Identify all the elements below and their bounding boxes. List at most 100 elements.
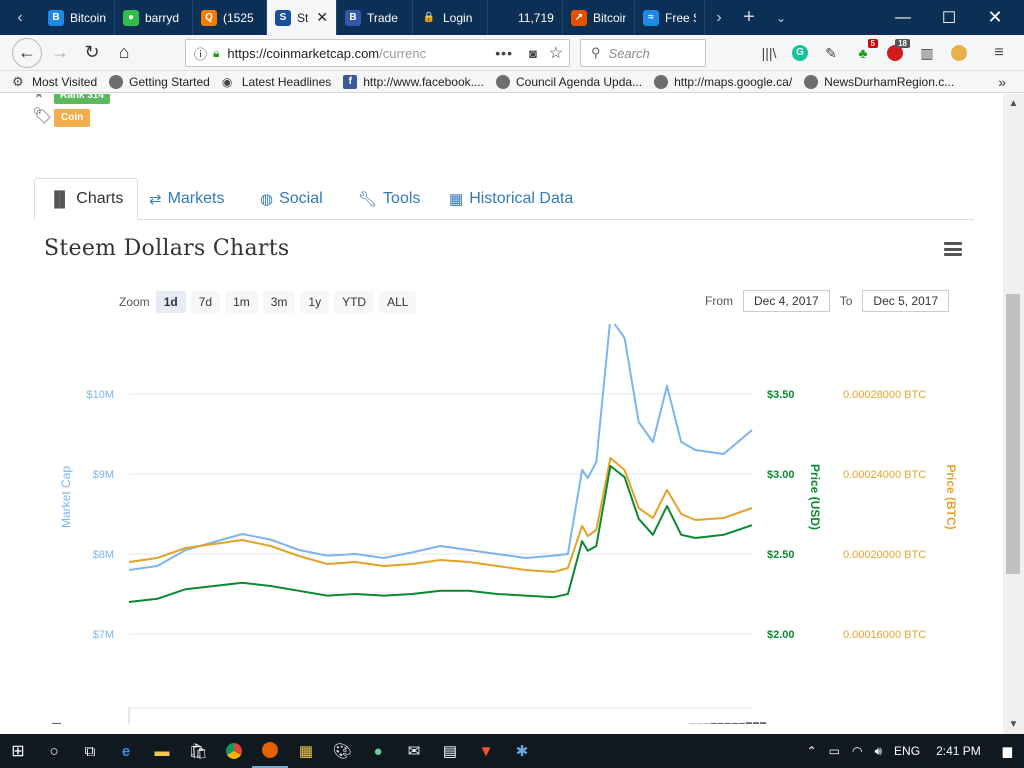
- browser-tab[interactable]: Q (1525: [193, 0, 267, 35]
- bookmark-item[interactable]: Council Agenda Upda...: [495, 74, 642, 89]
- app-icon[interactable]: ✱: [504, 734, 540, 768]
- tab-charts[interactable]: ▐▌ Charts: [34, 178, 139, 220]
- extension-icon[interactable]: ♣ 5: [852, 39, 878, 63]
- zoom-all-button[interactable]: ALL: [379, 291, 417, 313]
- globe-app-icon[interactable]: ●: [360, 734, 396, 768]
- reload-icon: ↻: [84, 42, 100, 62]
- url-bar[interactable]: ⓘ 🔒︎ https://coinmarketcap.com /currenc …: [185, 39, 570, 67]
- bookmark-item[interactable]: Getting Started: [109, 74, 210, 89]
- close-window-icon[interactable]: ✕: [972, 0, 1018, 35]
- tab-historical-data[interactable]: ▦ Historical Data: [449, 178, 573, 220]
- wifi-icon[interactable]: ◠: [852, 744, 862, 758]
- firefox-icon[interactable]: [252, 734, 288, 768]
- browser-tab[interactable]: 11,719 (BT: [488, 0, 563, 35]
- bookmark-item[interactable]: f http://www.facebook....: [343, 74, 484, 89]
- bookmark-star-icon[interactable]: ☆: [549, 43, 563, 63]
- close-tab-icon[interactable]: ✕: [316, 9, 328, 26]
- search-input[interactable]: ⚲ Search: [580, 39, 706, 67]
- tab-favicon-icon: [496, 9, 512, 26]
- task-view-icon[interactable]: ⧉: [72, 734, 108, 768]
- bookmarks-overflow-icon[interactable]: »: [998, 74, 1006, 90]
- reload-button[interactable]: ↻: [76, 38, 108, 68]
- volume-icon[interactable]: 🔊︎: [874, 744, 882, 759]
- globe-icon: ◍: [260, 191, 274, 208]
- zoom-1m-button[interactable]: 1m: [225, 291, 258, 313]
- browser-tab[interactable]: B Bitcoin: [40, 0, 115, 35]
- y-left-tick-label: $7M: [93, 629, 114, 641]
- grammarly-icon[interactable]: G: [789, 43, 811, 63]
- language-indicator[interactable]: ENG: [894, 744, 920, 758]
- paint-icon[interactable]: 🎨︎: [324, 734, 360, 768]
- zoom-3m-button[interactable]: 3m: [262, 291, 296, 313]
- browser-tab[interactable]: S Ste ✕: [267, 0, 337, 35]
- store-icon[interactable]: 🛍︎: [180, 734, 216, 768]
- to-date-input[interactable]: Dec 5, 2017: [862, 290, 950, 312]
- cortana-icon[interactable]: ○: [36, 734, 72, 768]
- forward-button[interactable]: →: [44, 38, 76, 68]
- chart-title: Steem Dollars Charts: [44, 236, 290, 261]
- bookmark-label: Getting Started: [129, 74, 210, 89]
- bookmark-item[interactable]: ◉ Latest Headlines: [222, 75, 331, 89]
- notifications-icon[interactable]: ▆: [1003, 744, 1012, 758]
- browser-tab[interactable]: B Trade: [337, 0, 413, 35]
- tab-markets[interactable]: ⇄ Markets: [149, 178, 224, 220]
- battery-icon[interactable]: ▭: [829, 744, 840, 758]
- new-tab-icon[interactable]: +: [733, 0, 765, 35]
- calculator-icon[interactable]: ▤: [432, 734, 468, 768]
- zoom-7d-button[interactable]: 7d: [190, 291, 221, 313]
- calendar-icon: ▦: [449, 191, 464, 208]
- browser-tab[interactable]: ● barryd: [115, 0, 193, 35]
- y-left-tick-label: $8M: [93, 549, 114, 561]
- bookmark-item[interactable]: NewsDurhamRegion.c...: [804, 74, 955, 89]
- zoom-1y-button[interactable]: 1y: [300, 291, 330, 313]
- tab-social[interactable]: ◍ Social: [260, 178, 323, 220]
- scroll-up-icon[interactable]: ▲: [1003, 98, 1024, 109]
- calculator-grid-icon[interactable]: ▦: [288, 734, 324, 768]
- mail-icon[interactable]: ✉: [396, 734, 432, 768]
- browser-tab[interactable]: ≈ Free St: [635, 0, 705, 35]
- brave-icon[interactable]: ▼: [468, 734, 504, 768]
- tab-scroll-right-icon[interactable]: ›: [705, 0, 733, 35]
- page-actions-icon[interactable]: •••: [495, 45, 513, 61]
- bookmark-item[interactable]: ⚙ Most Visited: [12, 74, 97, 89]
- windows-start-icon[interactable]: ⊞: [0, 734, 36, 768]
- tab-scroll-left-icon[interactable]: ‹: [0, 0, 40, 35]
- tab-label: Trade: [367, 10, 398, 25]
- minimize-icon[interactable]: —: [880, 0, 926, 35]
- browser-tab[interactable]: ↗ Bitcoin: [563, 0, 635, 35]
- back-button[interactable]: ←: [12, 37, 42, 68]
- info-icon[interactable]: ⓘ: [194, 44, 207, 63]
- profile-icon[interactable]: [948, 43, 970, 63]
- tray-chevron-icon[interactable]: ⌃: [807, 744, 817, 758]
- clock[interactable]: 2:41 PM: [936, 744, 981, 758]
- tab-tools[interactable]: 🔧︎ Tools: [358, 178, 420, 220]
- chart-menu-icon[interactable]: [944, 242, 962, 256]
- library-icon[interactable]: |||\: [758, 43, 780, 63]
- pocket-icon[interactable]: ◙: [529, 46, 537, 61]
- maximize-icon[interactable]: ☐: [926, 0, 972, 35]
- page-scrollbar[interactable]: ▲ ▼: [1003, 94, 1024, 734]
- bookmark-label: NewsDurhamRegion.c...: [824, 74, 955, 89]
- browser-tab[interactable]: 🔒 Login: [413, 0, 488, 35]
- tab-list-icon[interactable]: ⌄: [765, 0, 797, 35]
- zoom-1d-button[interactable]: 1d: [155, 291, 186, 313]
- edge-icon[interactable]: e: [108, 734, 144, 768]
- menu-icon[interactable]: ≡: [988, 43, 1010, 63]
- rank-star-icon: ★: [33, 94, 45, 102]
- tab-favicon-icon: S: [275, 9, 291, 26]
- price-chart[interactable]: $7M $8M $9M $10M $2.00 $2.50 $3.00 $3.50 0.00016…: [5, 324, 1003, 724]
- to-label: To: [839, 294, 853, 308]
- adblock-icon[interactable]: 18: [884, 39, 910, 63]
- home-button[interactable]: ⌂: [108, 38, 140, 68]
- zoom-ytd-button[interactable]: YTD: [334, 291, 375, 313]
- from-date-input[interactable]: Dec 4, 2017: [743, 290, 830, 312]
- bookmark-item[interactable]: http://maps.google.ca/: [654, 74, 792, 89]
- sidebar-icon[interactable]: ▥: [916, 43, 938, 63]
- wrench-icon: 🔧︎: [358, 191, 378, 208]
- scroll-down-icon[interactable]: ▼: [1003, 719, 1024, 730]
- zoom-controls: Zoom 1d 7d 1m 3m 1y YTD ALL: [119, 291, 421, 313]
- scrollbar-thumb[interactable]: [1006, 294, 1020, 574]
- eyedropper-icon[interactable]: ✎: [820, 43, 842, 63]
- file-explorer-icon[interactable]: ▬: [144, 734, 180, 768]
- chrome-icon[interactable]: [216, 734, 252, 768]
